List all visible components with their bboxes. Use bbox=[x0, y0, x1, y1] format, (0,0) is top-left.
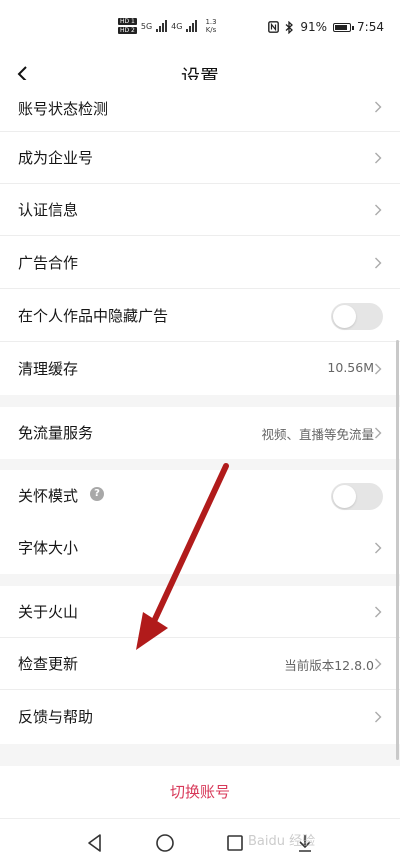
hide-ads-toggle[interactable] bbox=[331, 303, 383, 330]
row-clear-cache[interactable]: 清理缓存 10.56M bbox=[0, 343, 400, 395]
settings-group-account: 账号状态检测 成为企业号 认证信息 广告合作 在个人作品中隐藏广告 清理缓存 1… bbox=[0, 80, 400, 395]
row-label: 清理缓存 bbox=[18, 360, 79, 378]
row-label: 广告合作 bbox=[18, 254, 79, 272]
speed-unit: K/s bbox=[205, 26, 217, 34]
chevron-right-icon bbox=[375, 152, 382, 164]
status-bar: HD 1 HD 2 5G 4G 1.3 K/s 91% 7:54 bbox=[0, 0, 400, 56]
hd2-badge: HD 2 bbox=[118, 27, 137, 34]
row-label: 免流量服务 bbox=[18, 424, 94, 442]
system-indicators: 91% 7:54 bbox=[268, 20, 384, 34]
nfc-icon bbox=[268, 21, 280, 33]
row-check-update[interactable]: 检查更新 当前版本12.8.0 bbox=[0, 638, 400, 690]
network-indicators: HD 1 HD 2 5G 4G 1.3 K/s bbox=[118, 18, 217, 34]
current-version-value: 当前版本12.8.0 bbox=[284, 658, 374, 673]
row-label: 认证信息 bbox=[18, 201, 79, 219]
row-label: 关怀模式 bbox=[18, 487, 79, 505]
switch-account-button[interactable]: 切换账号 bbox=[0, 766, 400, 818]
signal-icon bbox=[156, 20, 168, 32]
hd1-badge: HD 1 bbox=[118, 18, 137, 25]
battery-icon bbox=[333, 22, 355, 32]
chevron-right-icon bbox=[375, 658, 382, 670]
row-label: 在个人作品中隐藏广告 bbox=[18, 307, 169, 325]
toggle-knob bbox=[333, 485, 356, 508]
recents-square-icon[interactable] bbox=[223, 831, 247, 855]
row-about[interactable]: 关于火山 bbox=[0, 586, 400, 638]
row-label: 成为企业号 bbox=[18, 149, 94, 167]
network-label-1: 5G bbox=[140, 21, 153, 31]
battery-percent: 91% bbox=[300, 20, 328, 34]
free-data-value: 视频、直播等免流量 bbox=[261, 427, 374, 442]
row-label: 反馈与帮助 bbox=[18, 708, 94, 726]
care-mode-toggle[interactable] bbox=[331, 483, 383, 510]
signal-icon-2 bbox=[186, 20, 198, 32]
divider bbox=[0, 341, 400, 342]
row-become-enterprise[interactable]: 成为企业号 bbox=[0, 132, 400, 184]
divider bbox=[0, 689, 400, 690]
row-font-size[interactable]: 字体大小 bbox=[0, 522, 400, 574]
chevron-right-icon bbox=[375, 606, 382, 618]
settings-group-display: 关怀模式 ? 字体大小 bbox=[0, 470, 400, 574]
cache-size-value: 10.56M bbox=[327, 360, 374, 375]
row-label: 账号状态检测 bbox=[18, 100, 109, 118]
bluetooth-icon bbox=[285, 20, 294, 34]
chevron-right-icon bbox=[375, 101, 382, 113]
row-feedback-help[interactable]: 反馈与帮助 bbox=[0, 691, 400, 743]
divider bbox=[0, 288, 400, 289]
row-care-mode: 关怀模式 ? bbox=[0, 470, 400, 522]
chevron-right-icon bbox=[375, 257, 382, 269]
help-icon[interactable]: ? bbox=[90, 487, 104, 501]
settings-group-about: 关于火山 检查更新 当前版本12.8.0 反馈与帮助 bbox=[0, 586, 400, 744]
speed-value: 1.3 bbox=[205, 18, 217, 26]
home-circle-icon[interactable] bbox=[153, 831, 177, 855]
row-ad-cooperation[interactable]: 广告合作 bbox=[0, 237, 400, 289]
chevron-right-icon bbox=[375, 204, 382, 216]
back-triangle-icon[interactable] bbox=[83, 831, 107, 855]
row-label: 检查更新 bbox=[18, 655, 79, 673]
network-speed: 1.3 K/s bbox=[205, 18, 216, 34]
chevron-right-icon bbox=[375, 363, 382, 375]
row-certification-info[interactable]: 认证信息 bbox=[0, 184, 400, 236]
row-hide-ads: 在个人作品中隐藏广告 bbox=[0, 290, 400, 342]
network-label-2: 4G bbox=[171, 21, 183, 31]
row-label: 字体大小 bbox=[18, 539, 79, 557]
watermark: Baidu 经验 bbox=[248, 834, 316, 849]
clock: 7:54 bbox=[357, 20, 384, 34]
chevron-right-icon bbox=[375, 711, 382, 723]
divider bbox=[0, 235, 400, 236]
chevron-right-icon bbox=[375, 542, 382, 554]
row-account-status-check[interactable]: 账号状态检测 bbox=[0, 80, 400, 132]
scrollbar[interactable] bbox=[396, 340, 399, 760]
row-free-data-service[interactable]: 免流量服务 视频、直播等免流量 bbox=[0, 407, 400, 459]
settings-group-data: 免流量服务 视频、直播等免流量 bbox=[0, 407, 400, 459]
chevron-right-icon bbox=[375, 427, 382, 439]
toggle-knob bbox=[333, 305, 356, 328]
row-label: 关于火山 bbox=[18, 603, 79, 621]
